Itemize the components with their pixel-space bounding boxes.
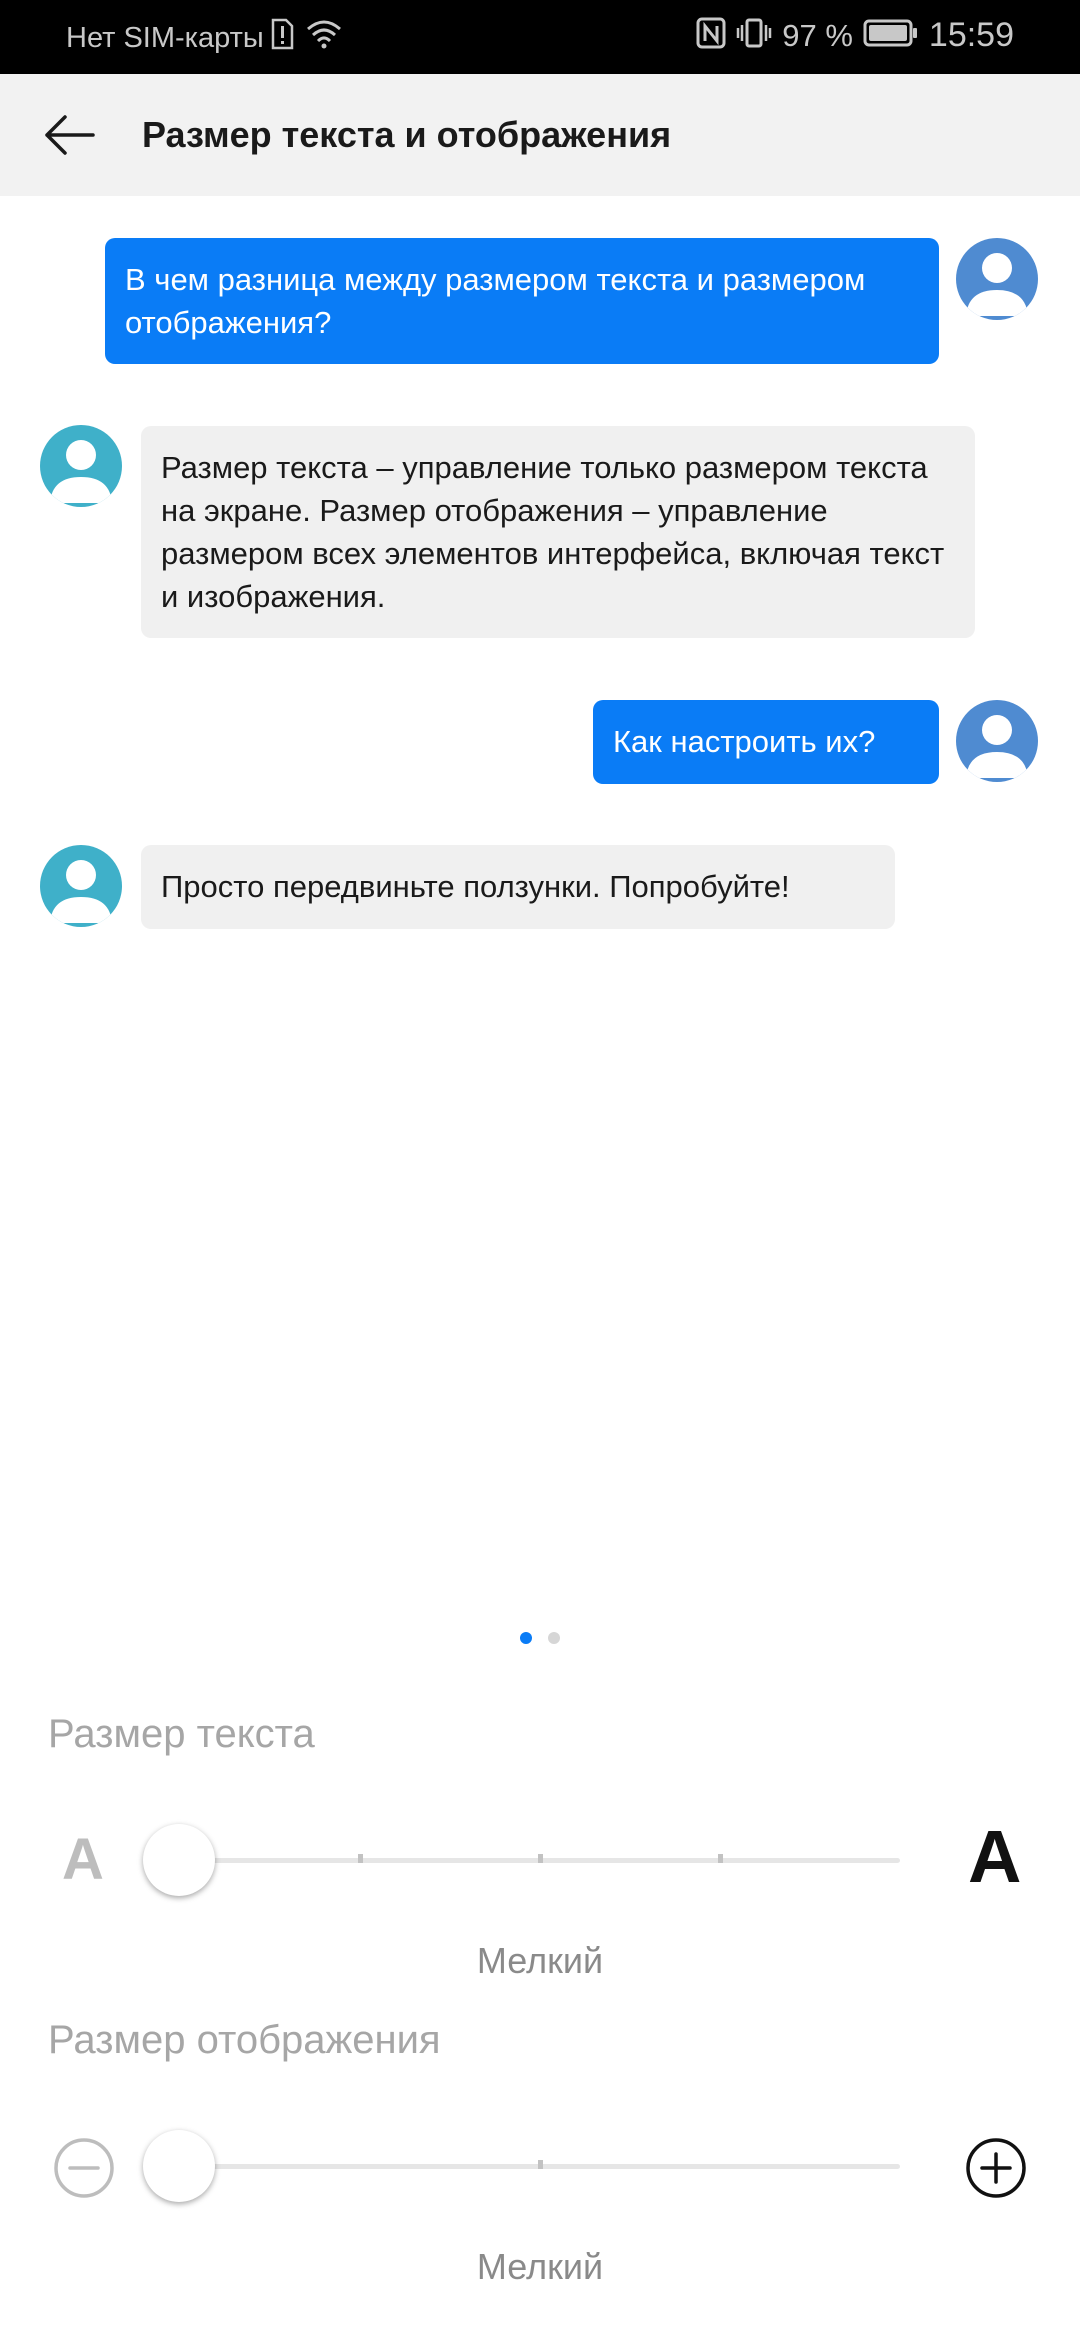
large-text-icon[interactable]: A <box>968 1814 1021 1899</box>
user-avatar-icon <box>956 238 1038 320</box>
display-size-slider-row <box>0 2120 1080 2210</box>
minus-circle-icon[interactable] <box>52 2136 116 2205</box>
user-avatar-icon <box>956 700 1038 782</box>
text-size-value: Мелкий <box>476 1940 604 1981</box>
status-left: Нет SIM-карты <box>66 18 342 58</box>
chat-bubble-user: Как настроить их? <box>593 700 939 784</box>
display-size-value: Мелкий <box>476 2246 604 2287</box>
slider-tick <box>538 2160 543 2169</box>
slider-tick <box>538 1854 543 1863</box>
vibrate-icon <box>736 17 772 54</box>
text-size-slider-row: A A <box>0 1814 1080 1904</box>
text-size-label: Размер текста <box>48 1712 315 1756</box>
small-text-icon[interactable]: A <box>62 1826 104 1893</box>
sim-alert-icon <box>270 18 294 58</box>
carrier-text: Нет SIM-карты <box>66 21 264 54</box>
clock: 15:59 <box>928 16 1014 54</box>
slider-tick <box>718 1854 723 1863</box>
bot-avatar-icon <box>40 425 122 507</box>
page-indicator <box>0 1632 1080 1648</box>
battery-icon <box>863 18 919 53</box>
page-dot[interactable] <box>548 1632 560 1644</box>
chat-bubble-user: В чем разница между размером текста и ра… <box>105 238 939 364</box>
page-dot-active[interactable] <box>520 1632 532 1644</box>
display-size-label: Размер отображения <box>48 2018 441 2062</box>
page-title: Размер текста и отображения <box>142 114 672 155</box>
chat-bubble-bot: Просто передвиньте ползунки. Попробуйте! <box>141 845 895 929</box>
text-size-slider-thumb[interactable] <box>143 1824 215 1896</box>
bot-avatar-icon <box>40 845 122 927</box>
back-button[interactable] <box>36 102 102 168</box>
display-size-slider-thumb[interactable] <box>143 2130 215 2202</box>
app-bar: Размер текста и отображения <box>0 74 1080 196</box>
wifi-icon <box>306 19 342 57</box>
arrow-left-icon <box>45 115 95 155</box>
status-right: 97 % 15:59 <box>696 16 1014 55</box>
status-bar: Нет SIM-карты 97 % 15:59 <box>0 0 1080 74</box>
nfc-icon <box>696 17 726 54</box>
battery-percent: 97 % <box>782 17 853 53</box>
slider-tick <box>358 1854 363 1863</box>
plus-circle-icon[interactable] <box>964 2136 1028 2205</box>
chat-bubble-bot: Размер текста – управление только размер… <box>141 426 975 638</box>
